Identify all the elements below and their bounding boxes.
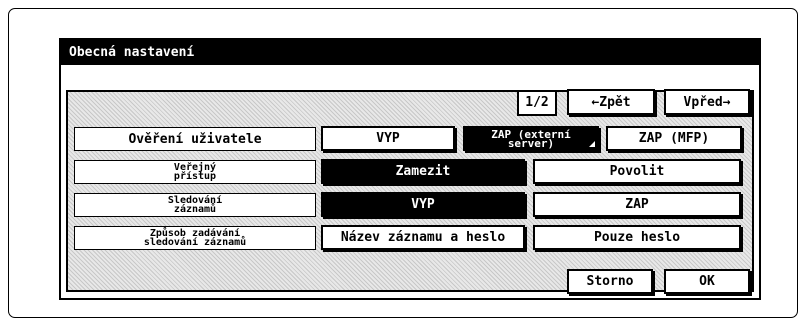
back-button[interactable]: ←Zpět [567, 89, 655, 115]
submenu-corner-icon [589, 141, 595, 147]
settings-panel [66, 90, 754, 292]
forward-button[interactable]: Vpřed→ [664, 89, 750, 115]
cancel-button[interactable]: Storno [567, 269, 653, 294]
auth-off-button[interactable]: VYP [321, 126, 455, 151]
auth-external-server-button[interactable]: ZAP (externí server) [463, 126, 599, 151]
row-label-public-access: Veřejný přístup [74, 160, 316, 184]
row-label-user-auth: Ověření uživatele [74, 127, 316, 151]
ok-button[interactable]: OK [664, 269, 750, 294]
account-track-on-label: ZAP [625, 197, 649, 212]
forward-button-label: Vpřed→ [683, 94, 731, 110]
account-track-on-button[interactable]: ZAP [533, 192, 741, 217]
window-title: Obecná nastavení [61, 40, 759, 65]
row-label-input-method: Způsob zadávání sledování záznamů [74, 226, 316, 250]
row-label-account-track: Sledování záznamů [74, 193, 316, 217]
auth-mfp-label: ZAP (MFP) [638, 131, 710, 146]
public-access-deny-button[interactable]: Zamezit [321, 159, 525, 184]
public-access-deny-label: Zamezit [395, 164, 451, 179]
input-password-only-button[interactable]: Pouze heslo [533, 225, 741, 250]
account-track-off-button[interactable]: VYP [321, 192, 525, 217]
account-track-off-label: VYP [411, 197, 435, 212]
public-access-allow-button[interactable]: Povolit [533, 159, 741, 184]
input-password-only-label: Pouze heslo [593, 230, 681, 245]
input-name-and-password-button[interactable]: Název záznamu a heslo [321, 225, 525, 250]
auth-off-label: VYP [376, 131, 400, 146]
input-name-and-password-label: Název záznamu a heslo [340, 230, 506, 245]
cancel-button-label: Storno [586, 274, 634, 289]
auth-external-server-label: ZAP (externí server) [491, 128, 571, 150]
public-access-allow-label: Povolit [609, 164, 665, 179]
page-indicator: 1/2 [517, 90, 557, 116]
auth-mfp-button[interactable]: ZAP (MFP) [606, 126, 742, 151]
ok-button-label: OK [699, 274, 715, 289]
back-button-label: ←Zpět [591, 94, 631, 110]
